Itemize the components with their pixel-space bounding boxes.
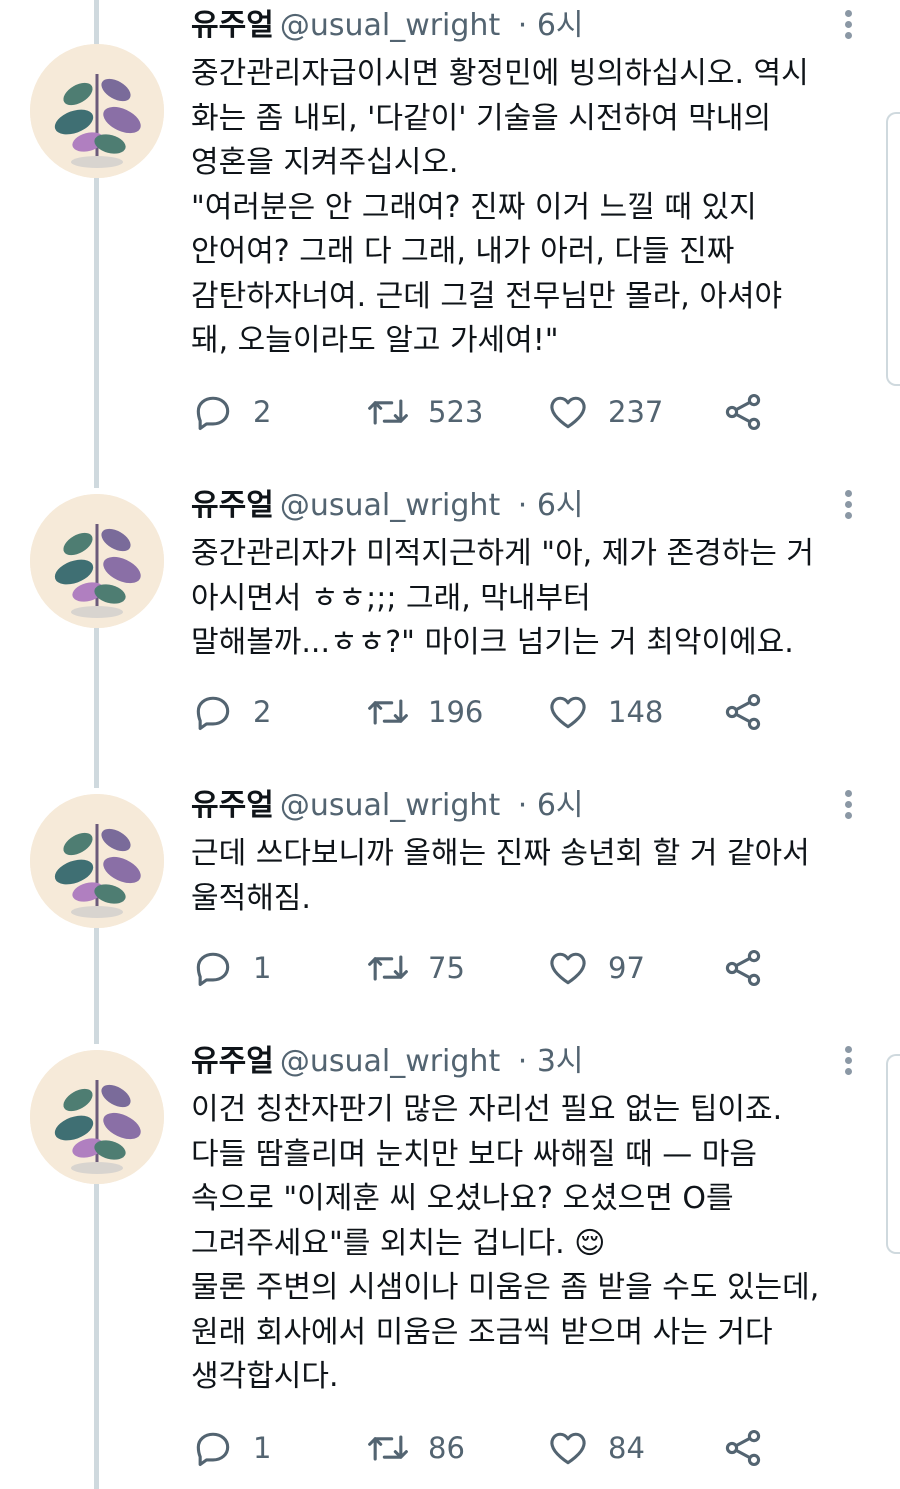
tweet-actions: 1 75 97 bbox=[191, 946, 791, 990]
avatar[interactable] bbox=[30, 794, 164, 928]
share-button[interactable] bbox=[721, 690, 765, 734]
tweet-text-line: 다들 땀흘리며 눈치만 보다 싸해질 때 — 마음 bbox=[191, 1136, 757, 1172]
timestamp[interactable]: · 6시 bbox=[518, 8, 584, 43]
tweet-text-line: 생각합시다. bbox=[191, 1359, 339, 1394]
tweet-text-line: 중간관리자급이시면 황정민에 빙의하십시오. 역시 bbox=[191, 56, 809, 91]
avatar[interactable] bbox=[30, 494, 164, 628]
user-handle[interactable]: @usual_wright bbox=[280, 788, 500, 823]
reply-count: 1 bbox=[253, 951, 272, 985]
display-name[interactable]: 유주얼 bbox=[191, 1044, 274, 1079]
avatar[interactable] bbox=[30, 44, 164, 178]
like-count: 237 bbox=[608, 395, 664, 429]
like-button[interactable]: 148 bbox=[546, 690, 663, 734]
tweet-text-line: "여러분은 안 그래여? 진짜 이거 느낄 때 있지 bbox=[191, 189, 757, 225]
reply-count: 2 bbox=[253, 695, 272, 729]
retweet-button[interactable]: 523 bbox=[366, 390, 483, 434]
heart-icon[interactable] bbox=[546, 390, 590, 434]
more-vertical-icon[interactable] bbox=[842, 786, 854, 826]
speech-bubble-icon[interactable] bbox=[191, 946, 235, 990]
like-button[interactable]: 237 bbox=[546, 390, 663, 434]
tweet-text-line: 근데 쓰다보니까 올해는 진짜 송년회 할 거 같아서 bbox=[191, 836, 810, 871]
tweet-text: 중간관리자가 미적지근하게 "아, 제가 존경하는 거아시면서 ㅎㅎ;;; 그래… bbox=[191, 532, 881, 666]
share-icon[interactable] bbox=[721, 946, 765, 990]
tweet-text: 이건 칭찬자판기 많은 자리선 필요 없는 팁이죠. 다들 땀흘리며 눈치만 보다… bbox=[191, 1088, 881, 1400]
user-handle[interactable]: @usual_wright bbox=[280, 8, 500, 43]
tweet-text-line: 화는 좀 내되, '다같이' 기술을 시전하여 막내의 bbox=[191, 100, 772, 136]
tweet-text-line: 말해볼까...ㅎㅎ?" 마이크 넘기는 거 최악이에요. bbox=[191, 625, 794, 660]
timestamp[interactable]: · 3시 bbox=[518, 1044, 584, 1079]
retweet-icon[interactable] bbox=[366, 1426, 410, 1470]
reply-button[interactable]: 2 bbox=[191, 390, 271, 434]
timestamp[interactable]: · 6시 bbox=[518, 488, 584, 523]
more-vertical-icon[interactable] bbox=[842, 486, 854, 526]
retweet-count: 86 bbox=[428, 1431, 465, 1465]
tweet-header: 유주얼 @usual_wright · 6시 bbox=[191, 486, 584, 526]
tweet[interactable]: 유주얼 @usual_wright · 6시 근데 쓰다보니까 올해는 진짜 송년… bbox=[0, 786, 900, 1016]
share-button[interactable] bbox=[721, 1426, 765, 1470]
like-count: 97 bbox=[608, 951, 645, 985]
user-handle[interactable]: @usual_wright bbox=[280, 488, 500, 523]
tweet-actions: 1 86 84 bbox=[191, 1426, 791, 1470]
share-icon[interactable] bbox=[721, 1426, 765, 1470]
tweet-text-line: 안어여? 그래 다 그래, 내가 아러, 다들 진짜 bbox=[191, 234, 735, 269]
speech-bubble-icon[interactable] bbox=[191, 1426, 235, 1470]
heart-icon[interactable] bbox=[546, 690, 590, 734]
user-handle[interactable]: @usual_wright bbox=[280, 1044, 500, 1079]
share-icon[interactable] bbox=[721, 390, 765, 434]
reply-button[interactable]: 2 bbox=[191, 690, 271, 734]
tweet-text-line: 감탄하자너여. 근데 그걸 전무님만 몰라, 아셔야 bbox=[191, 278, 783, 314]
speech-bubble-icon[interactable] bbox=[191, 690, 235, 734]
retweet-icon[interactable] bbox=[366, 690, 410, 734]
heart-icon[interactable] bbox=[546, 946, 590, 990]
tweet-actions: 2 196 148 bbox=[191, 690, 791, 734]
tweet-text: 중간관리자급이시면 황정민에 빙의하십시오. 역시화는 좀 내되, '다같이' … bbox=[191, 52, 881, 364]
tweet[interactable]: 유주얼 @usual_wright · 3시 이건 칭찬자판기 많은 자리선 필요… bbox=[0, 1042, 900, 1482]
tweet-text-line: 그려주세요"를 외치는 겁니다. 😌 bbox=[191, 1225, 606, 1261]
avatar[interactable] bbox=[30, 1050, 164, 1184]
tweet-actions: 2 523 237 bbox=[191, 390, 791, 434]
retweet-button[interactable]: 86 bbox=[366, 1426, 465, 1470]
heart-icon[interactable] bbox=[546, 1426, 590, 1470]
tweet-text-line: 울적해짐. bbox=[191, 880, 311, 916]
speech-bubble-icon[interactable] bbox=[191, 390, 235, 434]
tweet-text: 근데 쓰다보니까 올해는 진짜 송년회 할 거 같아서울적해짐. bbox=[191, 832, 881, 921]
reply-count: 1 bbox=[253, 1431, 272, 1465]
retweet-count: 196 bbox=[428, 695, 484, 729]
reply-button[interactable]: 1 bbox=[191, 1426, 271, 1470]
reply-count: 2 bbox=[253, 395, 272, 429]
like-button[interactable]: 84 bbox=[546, 1426, 645, 1470]
retweet-icon[interactable] bbox=[366, 946, 410, 990]
tweet-header: 유주얼 @usual_wright · 6시 bbox=[191, 786, 584, 826]
like-count: 148 bbox=[608, 695, 664, 729]
retweet-count: 523 bbox=[428, 395, 484, 429]
share-button[interactable] bbox=[721, 390, 765, 434]
retweet-button[interactable]: 196 bbox=[366, 690, 483, 734]
tweet-text-line: 속으로 "이제훈 씨 오셨나요? 오셨으면 O를 bbox=[191, 1181, 734, 1216]
more-vertical-icon[interactable] bbox=[842, 6, 854, 46]
display-name[interactable]: 유주얼 bbox=[191, 488, 274, 523]
share-icon[interactable] bbox=[721, 690, 765, 734]
tweet-text-line: 원래 회사에서 미움은 조금씩 받으며 사는 거다 bbox=[191, 1314, 773, 1350]
reply-button[interactable]: 1 bbox=[191, 946, 271, 990]
tweet-text-line: 중간관리자가 미적지근하게 "아, 제가 존경하는 거 bbox=[191, 536, 815, 571]
tweet-text-line: 아시면서 ㅎㅎ;;; 그래, 막내부터 bbox=[191, 580, 591, 616]
tweet-text-line: 물론 주변의 시샘이나 미움은 좀 받을 수도 있는데, bbox=[191, 1270, 820, 1305]
like-button[interactable]: 97 bbox=[546, 946, 645, 990]
tweet-text-line: 이건 칭찬자판기 많은 자리선 필요 없는 팁이죠. bbox=[191, 1092, 783, 1127]
display-name[interactable]: 유주얼 bbox=[191, 788, 274, 823]
display-name[interactable]: 유주얼 bbox=[191, 8, 274, 43]
retweet-icon[interactable] bbox=[366, 390, 410, 434]
tweet[interactable]: 유주얼 @usual_wright · 6시 중간관리자급이시면 황정민에 빙의하… bbox=[0, 6, 900, 476]
tweet-header: 유주얼 @usual_wright · 3시 bbox=[191, 1042, 584, 1082]
tweet-text-line: 돼, 오늘이라도 알고 가세여!" bbox=[191, 323, 559, 358]
timestamp[interactable]: · 6시 bbox=[518, 788, 584, 823]
retweet-count: 75 bbox=[428, 951, 465, 985]
like-count: 84 bbox=[608, 1431, 645, 1465]
more-vertical-icon[interactable] bbox=[842, 1042, 854, 1082]
share-button[interactable] bbox=[721, 946, 765, 990]
retweet-button[interactable]: 75 bbox=[366, 946, 465, 990]
tweet-text-line: 영혼을 지켜주십시오. bbox=[191, 145, 459, 180]
tweet[interactable]: 유주얼 @usual_wright · 6시 중간관리자가 미적지근하게 "아, … bbox=[0, 486, 900, 756]
tweet-header: 유주얼 @usual_wright · 6시 bbox=[191, 6, 584, 46]
